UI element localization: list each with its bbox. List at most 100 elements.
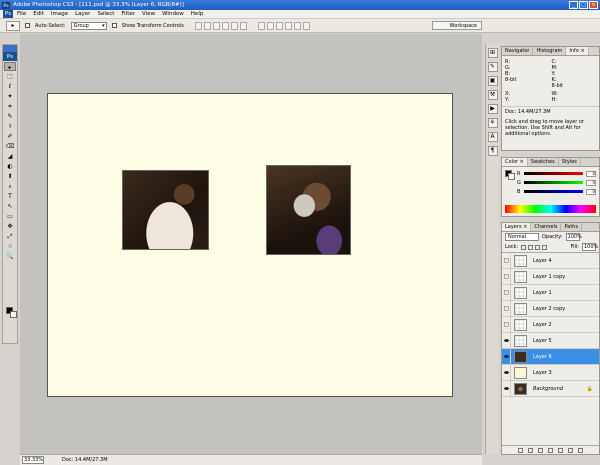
- move-tool-preset-icon[interactable]: ▸: [6, 20, 20, 31]
- tool-presets-icon[interactable]: ✎: [487, 62, 498, 72]
- eraser-tool-icon[interactable]: ⌫: [4, 142, 16, 151]
- visibility-toggle-icon[interactable]: [503, 290, 509, 295]
- distribute-left-icon[interactable]: [284, 21, 292, 30]
- distribute-right-icon[interactable]: [302, 21, 310, 30]
- align-vcenter-icon[interactable]: [203, 21, 211, 30]
- paragraph-panel-icon[interactable]: ¶: [487, 146, 498, 156]
- hand-tool-icon[interactable]: ☝: [4, 242, 16, 251]
- layer-visibility[interactable]: [502, 316, 511, 333]
- auto-select-checkbox[interactable]: [25, 23, 30, 28]
- pen-tool-icon[interactable]: ⬆: [4, 172, 16, 181]
- shape-tool-icon[interactable]: ▭: [4, 212, 16, 221]
- visibility-toggle-icon[interactable]: [503, 258, 509, 263]
- new-layer-icon[interactable]: [568, 447, 573, 453]
- background-color-swatch[interactable]: [10, 311, 17, 318]
- zoom-level-field[interactable]: 33.33%: [22, 456, 44, 464]
- brushes-panel-icon[interactable]: ⊞: [487, 48, 498, 58]
- distribute-hcenter-icon[interactable]: [293, 21, 301, 30]
- layer-visibility[interactable]: [502, 300, 511, 317]
- menu-image[interactable]: Image: [51, 11, 68, 17]
- color-value-g[interactable]: 0: [586, 179, 596, 186]
- link-layers-icon[interactable]: [518, 447, 523, 453]
- blend-mode-dropdown[interactable]: Normal: [505, 233, 539, 241]
- doc-size-readout[interactable]: Doc: 14.4M/27.3M: [62, 457, 108, 463]
- gradient-tool-icon[interactable]: ◢: [4, 152, 16, 161]
- crop-tool-icon[interactable]: ⌗: [4, 102, 16, 111]
- history-panel-icon[interactable]: ⚒: [487, 90, 498, 100]
- layer-comps-icon[interactable]: ▣: [487, 76, 498, 86]
- opacity-field[interactable]: 100%: [565, 233, 582, 241]
- layer-visibility[interactable]: [502, 348, 511, 365]
- zoom-small-tool-icon[interactable]: ⌕: [4, 182, 16, 191]
- menu-view[interactable]: View: [142, 11, 155, 17]
- tab-channels[interactable]: Channels: [531, 223, 562, 231]
- menu-edit[interactable]: Edit: [33, 11, 44, 17]
- eyedropper-tool-icon[interactable]: ⤢: [4, 232, 16, 241]
- color-spectrum-bar[interactable]: [505, 205, 596, 213]
- layer-visibility[interactable]: [502, 332, 511, 349]
- close-button[interactable]: ×: [589, 1, 598, 9]
- layer-row[interactable]: Layer 4: [502, 252, 599, 269]
- layer-row[interactable]: Background 🔒: [502, 380, 599, 397]
- menu-layer[interactable]: Layer: [75, 11, 90, 17]
- minimize-button[interactable]: _: [569, 1, 578, 9]
- tab-navigator[interactable]: Navigator: [502, 47, 534, 55]
- clone-source-icon[interactable]: ⚘: [487, 118, 498, 128]
- align-hcenter-icon[interactable]: [230, 21, 238, 30]
- visibility-toggle-icon[interactable]: [503, 322, 509, 327]
- maximize-button[interactable]: □: [579, 1, 588, 9]
- distribute-vcenter-icon[interactable]: [266, 21, 274, 30]
- delete-layer-icon[interactable]: [578, 447, 583, 453]
- distribute-bottom-icon[interactable]: [275, 21, 283, 30]
- layer-row[interactable]: Layer 6: [502, 348, 599, 365]
- menu-filter[interactable]: Filter: [121, 11, 135, 17]
- layer-row[interactable]: Layer 2: [502, 316, 599, 333]
- visibility-toggle-icon[interactable]: [503, 274, 509, 279]
- color-slider-g[interactable]: [524, 181, 583, 184]
- slice-tool-icon[interactable]: ✎: [4, 112, 16, 121]
- menu-help[interactable]: Help: [191, 11, 204, 17]
- layer-style-icon[interactable]: [528, 447, 533, 453]
- layer-visibility[interactable]: [502, 252, 511, 269]
- align-right-icon[interactable]: [239, 21, 247, 30]
- tab-styles[interactable]: Styles: [559, 158, 581, 166]
- new-group-icon[interactable]: [558, 447, 563, 453]
- zoom-tool-icon[interactable]: 🔍: [4, 252, 16, 261]
- color-panel-bg[interactable]: [508, 173, 515, 180]
- tab-layers[interactable]: Layers ×: [502, 223, 532, 231]
- tab-color[interactable]: Color ×: [502, 158, 528, 166]
- color-slider-r[interactable]: [524, 172, 583, 175]
- layer-row[interactable]: Layer 1: [502, 284, 599, 301]
- layer-row[interactable]: Layer 1 copy: [502, 268, 599, 285]
- menu-window[interactable]: Window: [162, 11, 184, 17]
- lock-transparent-icon[interactable]: [521, 244, 527, 250]
- align-left-icon[interactable]: [221, 21, 229, 30]
- adjustment-layer-icon[interactable]: [548, 447, 553, 453]
- path-selection-tool-icon[interactable]: ↖: [4, 202, 16, 211]
- lock-all-icon[interactable]: [542, 244, 548, 250]
- magic-wand-tool-icon[interactable]: ✦: [4, 92, 16, 101]
- eye-icon[interactable]: [503, 355, 509, 358]
- tab-histogram[interactable]: Histogram: [533, 47, 567, 55]
- layer-visibility[interactable]: [502, 364, 511, 381]
- color-value-r[interactable]: 0: [586, 170, 596, 177]
- align-bottom-icon[interactable]: [212, 21, 220, 30]
- eye-icon[interactable]: [503, 371, 509, 374]
- layer-row[interactable]: Layer 5: [502, 332, 599, 349]
- color-value-b[interactable]: 0: [586, 188, 596, 195]
- marquee-tool-icon[interactable]: ⬚: [4, 72, 16, 81]
- toolbox-header[interactable]: [3, 45, 17, 52]
- auto-select-dropdown[interactable]: Group: [70, 21, 107, 30]
- distribute-top-icon[interactable]: [257, 21, 265, 30]
- notes-tool-icon[interactable]: ✥: [4, 222, 16, 231]
- layer-row[interactable]: Layer 2 copy: [502, 300, 599, 317]
- visibility-toggle-icon[interactable]: [503, 306, 509, 311]
- show-transform-checkbox[interactable]: [111, 23, 117, 28]
- tab-swatches[interactable]: Swatches: [528, 158, 559, 166]
- lock-image-icon[interactable]: [528, 244, 534, 250]
- tab-info[interactable]: Info ×: [566, 47, 589, 55]
- layer-visibility[interactable]: [502, 284, 511, 301]
- lock-position-icon[interactable]: [535, 244, 541, 250]
- move-tool-icon[interactable]: ▸: [4, 62, 16, 71]
- layer-row[interactable]: Layer 3: [502, 364, 599, 381]
